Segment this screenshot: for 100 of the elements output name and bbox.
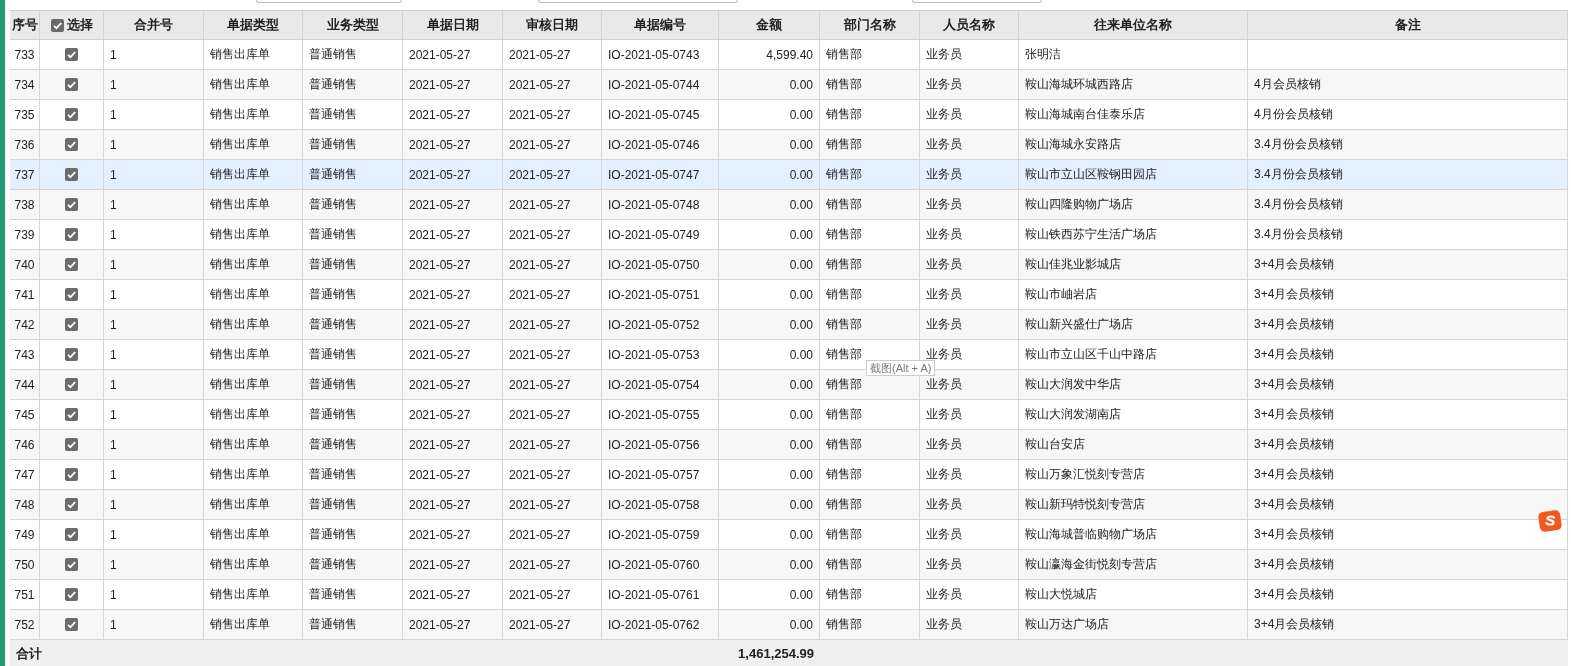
checkbox[interactable] bbox=[65, 258, 78, 271]
row-number: 746 bbox=[10, 430, 40, 460]
checkbox[interactable] bbox=[65, 438, 78, 451]
checkbox[interactable] bbox=[65, 138, 78, 151]
table-cell: 普通销售 bbox=[303, 370, 403, 400]
amount-cell: 0.00 bbox=[719, 340, 820, 370]
row-number: 737 bbox=[10, 160, 40, 190]
row-number: 747 bbox=[10, 460, 40, 490]
document-number: IO-2021-05-0762 bbox=[602, 610, 719, 640]
row-number: 741 bbox=[10, 280, 40, 310]
note-cell: 3+4月会员核销 bbox=[1248, 400, 1568, 430]
merge-cell: 1 bbox=[104, 100, 204, 130]
checkbox[interactable] bbox=[65, 168, 78, 181]
row-number: 745 bbox=[10, 400, 40, 430]
date-cell: 2021-05-27 bbox=[403, 100, 503, 130]
table-cell: 鞍山大润发湖南店 bbox=[1019, 400, 1248, 430]
column-header: 选择 bbox=[66, 16, 93, 34]
document-number: IO-2021-05-0750 bbox=[602, 250, 719, 280]
table-cell: 普通销售 bbox=[303, 310, 403, 340]
amount-cell: 0.00 bbox=[719, 190, 820, 220]
amount-cell: 0.00 bbox=[719, 580, 820, 610]
checkbox[interactable] bbox=[65, 378, 78, 391]
amount-cell: 4,599.40 bbox=[719, 40, 820, 70]
checkbox[interactable] bbox=[65, 108, 78, 121]
table-cell: 鞍山大润发中华店 bbox=[1019, 370, 1248, 400]
table-cell: 普通销售 bbox=[303, 460, 403, 490]
merge-cell: 1 bbox=[104, 40, 204, 70]
table-cell: 业务员 bbox=[920, 430, 1019, 460]
column-header: 人员名称 bbox=[920, 11, 1019, 40]
checkbox[interactable] bbox=[65, 528, 78, 541]
checkbox[interactable] bbox=[65, 498, 78, 511]
merge-cell: 1 bbox=[104, 520, 204, 550]
checkbox[interactable] bbox=[65, 78, 78, 91]
table-cell: 普通销售 bbox=[303, 280, 403, 310]
table-cell: 普通销售 bbox=[303, 160, 403, 190]
table-cell: 张明洁 bbox=[1019, 40, 1248, 70]
checkbox[interactable] bbox=[65, 48, 78, 61]
checkbox[interactable] bbox=[65, 618, 78, 631]
document-number: IO-2021-05-0748 bbox=[602, 190, 719, 220]
table-cell: 鞍山海城永安路店 bbox=[1019, 130, 1248, 160]
document-number: IO-2021-05-0755 bbox=[602, 400, 719, 430]
checkbox[interactable] bbox=[65, 408, 78, 421]
checkbox[interactable] bbox=[65, 588, 78, 601]
column-header: 单据类型 bbox=[204, 11, 303, 40]
table-cell: 鞍山海城南台佳泰乐店 bbox=[1019, 100, 1248, 130]
table-cell: 业务员 bbox=[920, 580, 1019, 610]
input-method-icon[interactable] bbox=[1538, 509, 1562, 533]
table-cell: 销售部 bbox=[820, 520, 920, 550]
document-number: IO-2021-05-0745 bbox=[602, 100, 719, 130]
table-cell: 普通销售 bbox=[303, 520, 403, 550]
note-cell: 3+4月会员核销 bbox=[1248, 610, 1568, 640]
table-cell: 销售出库单 bbox=[204, 490, 303, 520]
table-cell: 销售部 bbox=[820, 550, 920, 580]
merge-cell: 1 bbox=[104, 430, 204, 460]
row-number: 752 bbox=[10, 610, 40, 640]
table-cell: 鞍山四隆购物广场店 bbox=[1019, 190, 1248, 220]
date-cell: 2021-05-27 bbox=[503, 100, 602, 130]
table-cell: 鞍山海城环城西路店 bbox=[1019, 70, 1248, 100]
checkbox[interactable] bbox=[65, 348, 78, 361]
table-cell: 业务员 bbox=[920, 160, 1019, 190]
checkbox[interactable] bbox=[50, 18, 64, 32]
table-cell: 鞍山市立山区千山中路店 bbox=[1019, 340, 1248, 370]
merge-cell: 1 bbox=[104, 190, 204, 220]
note-cell: 3+4月会员核销 bbox=[1248, 280, 1568, 310]
checkbox[interactable] bbox=[65, 198, 78, 211]
checkbox[interactable] bbox=[65, 318, 78, 331]
date-cell: 2021-05-27 bbox=[403, 130, 503, 160]
table-cell: 业务员 bbox=[920, 250, 1019, 280]
table-cell: 销售出库单 bbox=[204, 100, 303, 130]
date-cell: 2021-05-27 bbox=[403, 460, 503, 490]
table-cell: 销售部 bbox=[820, 460, 920, 490]
date-cell: 2021-05-27 bbox=[403, 490, 503, 520]
date-cell: 2021-05-27 bbox=[503, 580, 602, 610]
checkbox[interactable] bbox=[65, 468, 78, 481]
table-cell: 销售出库单 bbox=[204, 190, 303, 220]
checkbox[interactable] bbox=[65, 228, 78, 241]
amount-cell: 0.00 bbox=[719, 70, 820, 100]
date-cell: 2021-05-27 bbox=[503, 250, 602, 280]
table-cell: 销售部 bbox=[820, 310, 920, 340]
row-number: 739 bbox=[10, 220, 40, 250]
checkbox[interactable] bbox=[65, 558, 78, 571]
note-cell: 3.4月份会员核销 bbox=[1248, 190, 1568, 220]
amount-cell: 0.00 bbox=[719, 130, 820, 160]
document-number: IO-2021-05-0753 bbox=[602, 340, 719, 370]
column-header: 备注 bbox=[1248, 11, 1568, 40]
table-cell: 销售出库单 bbox=[204, 520, 303, 550]
note-cell: 3+4月会员核销 bbox=[1248, 460, 1568, 490]
table-cell: 销售出库单 bbox=[204, 310, 303, 340]
checkbox[interactable] bbox=[65, 288, 78, 301]
table-cell: 业务员 bbox=[920, 310, 1019, 340]
table-cell: 销售部 bbox=[820, 430, 920, 460]
table-cell: 业务员 bbox=[920, 610, 1019, 640]
table-cell: 销售部 bbox=[820, 220, 920, 250]
row-number: 734 bbox=[10, 70, 40, 100]
amount-cell: 0.00 bbox=[719, 550, 820, 580]
table-cell: 业务员 bbox=[920, 550, 1019, 580]
table-cell: 销售出库单 bbox=[204, 430, 303, 460]
table-cell: 普通销售 bbox=[303, 490, 403, 520]
date-cell: 2021-05-27 bbox=[503, 460, 602, 490]
table-cell: 普通销售 bbox=[303, 550, 403, 580]
